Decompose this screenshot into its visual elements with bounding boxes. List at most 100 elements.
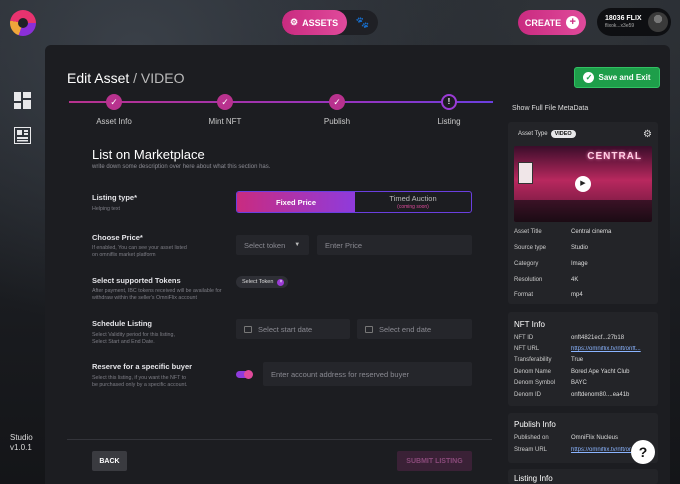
play-icon[interactable]: ▶	[575, 176, 591, 192]
nft-key: Transferability	[514, 357, 552, 363]
thumbnail-neon-sign: CENTRAL	[587, 151, 642, 162]
asset-thumbnail[interactable]: CENTRAL ▶	[514, 146, 652, 222]
user-address: flixok...x3e59	[605, 23, 635, 29]
supported-tokens-label: Select supported Tokens	[92, 276, 181, 285]
calendar-icon	[365, 325, 373, 333]
studio-version: Studio v1.0.1	[10, 433, 33, 453]
meta-value: mp4	[571, 292, 583, 298]
price-input[interactable]: Enter Price	[317, 235, 472, 255]
nft-key: NFT URL	[514, 346, 540, 352]
timed-auction-label: Timed Auction	[389, 194, 437, 203]
end-date-input[interactable]: Select end date	[357, 319, 472, 339]
nft-value: True	[571, 357, 584, 363]
meta-value: 4K	[571, 277, 579, 283]
step-mint-nft-check-icon[interactable]: ✓	[217, 94, 233, 110]
step-label-publish[interactable]: Publish	[297, 117, 377, 126]
stream-url-link[interactable]: https://omniflix.tv/nft/onft...	[571, 447, 631, 453]
nft-info-title: NFT Info	[514, 320, 545, 329]
avatar	[648, 12, 668, 32]
listing-type-label: Listing type*	[92, 193, 138, 202]
nft-value: onftdenom80....ea41b	[571, 392, 630, 398]
nft-url-link[interactable]: https://omniflix.tv/nft/onft...	[571, 346, 655, 352]
listing-type-selector: Fixed Price Timed Auction (coming soon)	[236, 191, 472, 213]
nft-key: Denom Name	[514, 369, 552, 375]
back-button[interactable]: BACK	[92, 451, 127, 471]
timed-auction-option[interactable]: Timed Auction (coming soon)	[355, 192, 471, 212]
section-title: List on Marketplace	[92, 147, 205, 162]
nft-value: onft4821ecf...27b18	[571, 335, 625, 341]
token-select[interactable]: Select token ▼	[236, 235, 309, 255]
user-name: 18036 FLIX	[605, 15, 642, 22]
supported-tokens-help-1: After payment, IBC tokens received will …	[92, 288, 222, 294]
submit-listing-button[interactable]: SUBMIT LISTING	[397, 451, 472, 471]
choose-price-label: Choose Price*	[92, 233, 143, 242]
media-library-icon[interactable]	[14, 127, 31, 144]
reserved-buyer-placeholder: Enter account address for reserved buyer	[271, 369, 409, 379]
chevron-down-icon: ▼	[294, 242, 301, 248]
meta-key: Format	[514, 292, 534, 298]
asset-type-label: Asset Type	[518, 131, 548, 137]
meta-key: Category	[514, 261, 539, 267]
reserve-buyer-help-2: be purchased only by a specific account.	[92, 382, 188, 388]
assets-toggle[interactable]: ⚙ ASSETS 🐾	[282, 10, 378, 35]
token-select-value: Select token	[244, 240, 286, 250]
save-and-exit-button[interactable]: ✓ Save and Exit	[574, 67, 660, 88]
help-button[interactable]: ?	[631, 440, 655, 464]
step-listing-alert-icon[interactable]: !	[441, 94, 457, 110]
version-label: v1.0.1	[10, 443, 32, 452]
listing-type-help: Helping text	[92, 206, 120, 212]
nft-key: Denom ID	[514, 392, 542, 398]
nft-key: Denom Symbol	[514, 380, 556, 386]
page-title: Edit Asset / VIDEO	[67, 70, 185, 86]
save-exit-label: Save and Exit	[598, 73, 651, 82]
meta-value: Studio	[571, 245, 589, 251]
start-date-placeholder: Select start date	[258, 324, 313, 334]
asset-type: Asset Type VIDEO	[518, 130, 576, 138]
user-menu[interactable]: 18036 FLIX flixok...x3e59	[597, 8, 671, 36]
assets-label: ASSETS	[302, 17, 339, 28]
reserved-buyer-address-input[interactable]: Enter account address for reserved buyer	[263, 362, 472, 386]
gear-icon[interactable]: ⚙	[643, 129, 652, 140]
choose-price-help-1: If enabled, You can see your asset liste…	[92, 245, 187, 251]
price-input-placeholder: Enter Price	[325, 240, 363, 250]
reserve-buyer-help-1: Select this listing, if you want the NFT…	[92, 375, 187, 381]
reserve-buyer-toggle[interactable]	[236, 370, 253, 379]
section-description: write down some description over here ab…	[92, 164, 271, 170]
nft-value: BAYC	[571, 380, 587, 386]
dashboard-icon[interactable]	[14, 92, 31, 109]
nft-value: Bored Ape Yacht Club	[571, 369, 630, 375]
publish-key: Published on	[514, 435, 549, 441]
schedule-listing-help-2: Select Start and End Date.	[92, 339, 155, 345]
coming-soon-note: (coming soon)	[397, 204, 429, 210]
page-title-text: Edit Asset	[67, 70, 130, 86]
supported-tokens-help-2: withdraw within the seller's OmniFlix ac…	[92, 295, 197, 301]
thumbnail-window	[518, 162, 533, 184]
step-label-asset-info[interactable]: Asset Info	[74, 117, 154, 126]
paw-icon[interactable]: 🐾	[347, 10, 378, 35]
close-icon[interactable]: ×	[277, 278, 285, 286]
start-date-input[interactable]: Select start date	[236, 319, 350, 339]
save-icon: ✓	[583, 72, 595, 83]
publish-info-title: Publish Info	[514, 420, 556, 429]
asset-type-badge: VIDEO	[550, 130, 576, 138]
select-token-chip[interactable]: Select Token ×	[236, 276, 289, 288]
meta-value: Image	[571, 261, 588, 267]
meta-value: Central cinema	[571, 229, 612, 235]
step-label-mint-nft[interactable]: Mint NFT	[185, 117, 265, 126]
choose-price-help-2: on omniflix market platform	[92, 252, 156, 258]
step-publish-check-icon[interactable]: ✓	[329, 94, 345, 110]
create-button[interactable]: CREATE +	[518, 10, 586, 35]
step-label-listing[interactable]: Listing	[409, 117, 489, 126]
show-full-metadata-link[interactable]: Show Full File MetaData	[512, 105, 588, 112]
step-asset-info-check-icon[interactable]: ✓	[106, 94, 122, 110]
fixed-price-option[interactable]: Fixed Price	[237, 192, 355, 212]
form-footer-divider	[67, 439, 492, 440]
nft-key: NFT ID	[514, 335, 534, 341]
assets-button[interactable]: ⚙ ASSETS	[282, 10, 348, 35]
meta-key: Resolution	[514, 277, 543, 283]
schedule-listing-help-1: Select Validity period for this listing,	[92, 332, 175, 338]
meta-key: Source type	[514, 245, 547, 251]
studio-label: Studio	[10, 433, 33, 442]
omniflix-logo[interactable]	[10, 10, 36, 36]
create-label: CREATE	[524, 17, 562, 28]
